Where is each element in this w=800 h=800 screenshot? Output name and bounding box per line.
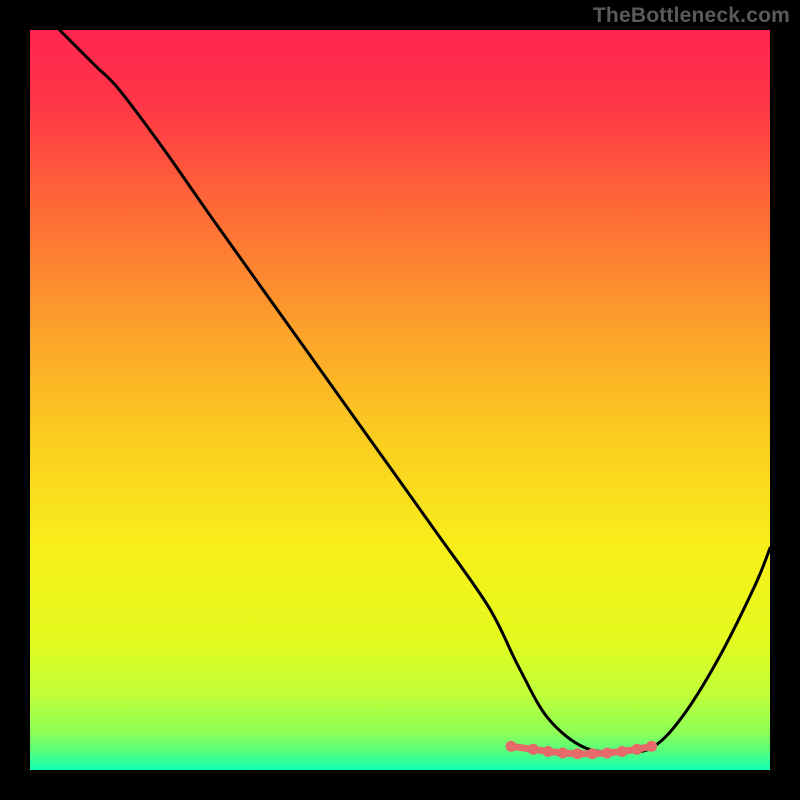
chart-container: { "watermark": "TheBottleneck.com", "cha… bbox=[0, 0, 800, 800]
marker-point bbox=[528, 744, 539, 755]
bottleneck-curve-path bbox=[60, 30, 770, 752]
watermark-text: TheBottleneck.com bbox=[593, 4, 790, 28]
marker-point bbox=[617, 746, 628, 757]
plot-area bbox=[30, 30, 770, 770]
chart-svg bbox=[30, 30, 770, 770]
marker-point bbox=[646, 741, 657, 752]
bottom-markers bbox=[506, 741, 658, 759]
marker-point bbox=[631, 744, 642, 755]
marker-point bbox=[587, 748, 598, 759]
marker-point bbox=[557, 748, 568, 759]
marker-point bbox=[602, 748, 613, 759]
marker-point bbox=[543, 746, 554, 757]
bottleneck-curve bbox=[60, 30, 770, 752]
marker-point bbox=[506, 741, 517, 752]
marker-point bbox=[572, 748, 583, 759]
